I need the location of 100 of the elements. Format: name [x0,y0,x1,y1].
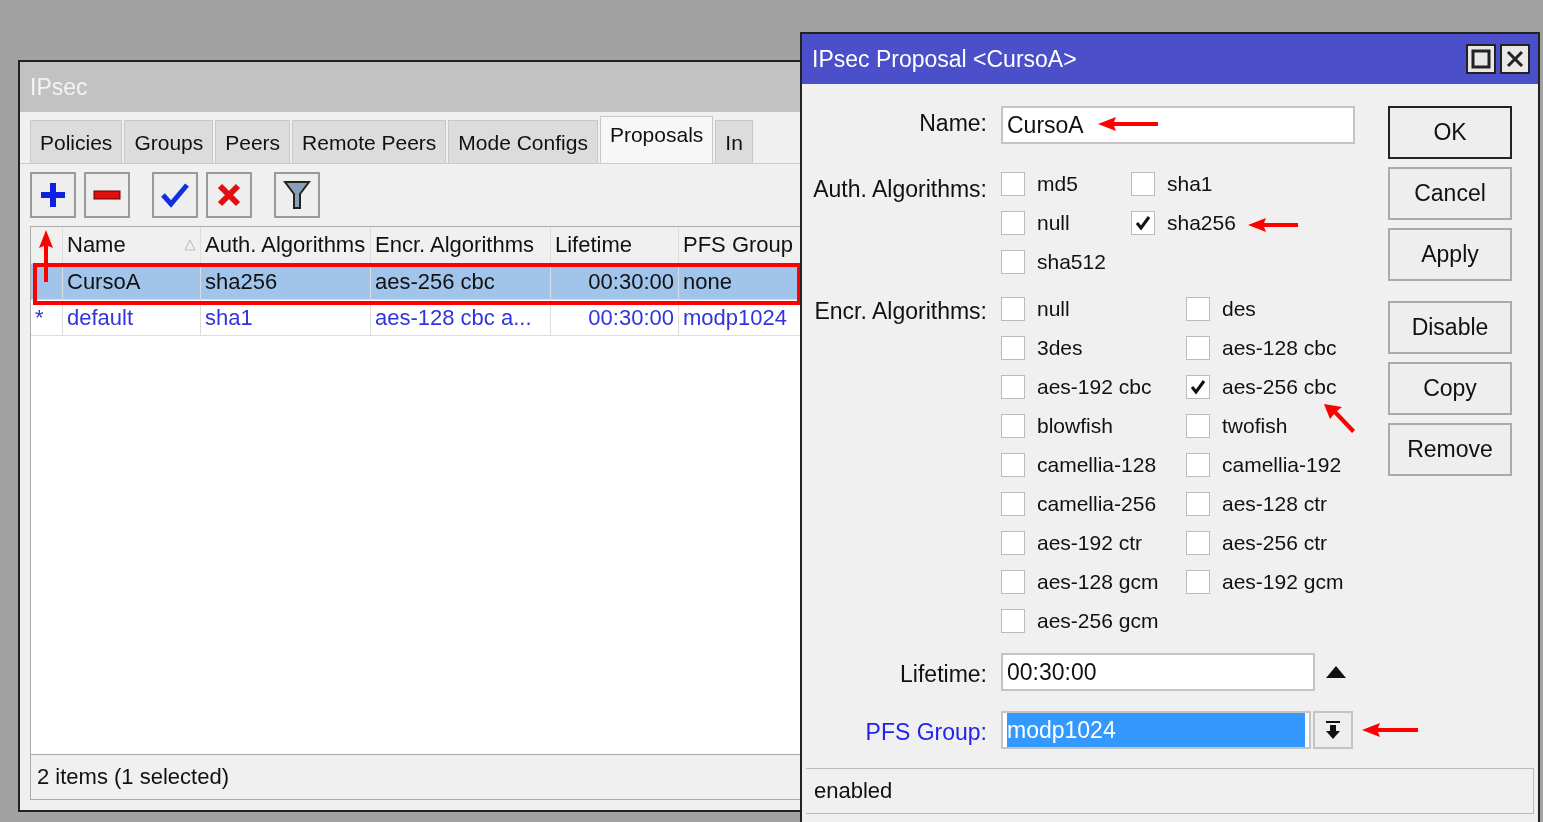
checkbox[interactable] [1001,375,1025,399]
column-header[interactable]: Encr. Algorithms [371,227,551,263]
checkbox-label: sha1 [1167,172,1213,196]
dropdown-button[interactable] [1313,711,1353,749]
annotation-arrow [1362,722,1418,738]
disable-button[interactable] [206,172,252,218]
checkbox[interactable] [1001,453,1025,477]
tab[interactable]: Mode Configs [448,120,598,163]
checkbox-label: des [1222,297,1256,321]
field-label: Auth. Algorithms: [812,175,987,204]
checkbox[interactable] [1001,172,1025,196]
plus-icon [39,181,67,209]
close-icon [1506,50,1524,68]
checkbox-label: sha256 [1167,211,1236,235]
add-button[interactable] [30,172,76,218]
field-label: Name: [918,109,987,138]
table-cell: aes-128 cbc a... [371,300,551,335]
tab[interactable]: In [715,120,753,163]
tab[interactable]: Proposals [599,116,714,163]
checkbox[interactable] [1001,250,1025,274]
checkbox[interactable] [1001,211,1025,235]
field-label: Encr. Algorithms: [813,297,987,326]
maximize-icon [1471,49,1491,69]
annotation-arrow [1098,116,1158,132]
dialog-button[interactable]: Apply [1388,228,1512,281]
dialog-button[interactable]: Cancel [1388,167,1512,220]
dialog-button[interactable]: Disable [1388,301,1512,354]
annotation-arrow [1324,404,1356,434]
checkbox[interactable] [1001,570,1025,594]
checkbox[interactable] [1001,336,1025,360]
column-header[interactable]: Auth. Algorithms [201,227,371,263]
tab[interactable]: Peers [215,120,291,163]
field-label: PFS Group: [864,718,987,747]
checkbox-label: aes-256 gcm [1037,609,1159,633]
sort-icon [184,239,196,251]
checkbox[interactable] [1186,375,1210,399]
checkbox[interactable] [1186,492,1210,516]
checkbox[interactable] [1131,211,1155,235]
remove-button[interactable] [84,172,130,218]
annotation-arrow [1248,217,1298,233]
checkbox-label: null [1037,297,1070,321]
checkbox-label: aes-192 ctr [1037,531,1143,555]
checkbox[interactable] [1186,570,1210,594]
checkbox[interactable] [1001,297,1025,321]
checkbox[interactable] [1186,414,1210,438]
checkbox-label: md5 [1037,172,1078,196]
checkbox-label: aes-128 cbc [1222,336,1337,360]
tab[interactable]: Policies [30,120,123,163]
window-title: IPsec Proposal <CursoA> [812,45,1077,73]
dialog-button[interactable]: Copy [1388,362,1512,415]
check-icon [161,182,189,208]
column-header[interactable]: Name [63,227,201,263]
checkbox[interactable] [1001,609,1025,633]
annotation-arrow [38,230,54,282]
close-button[interactable] [1500,44,1530,74]
down-arrow-icon [1325,720,1341,740]
table-cell: 00:30:00 [551,264,679,299]
checkbox[interactable] [1001,414,1025,438]
name-field[interactable]: CursoA [1001,106,1355,144]
checkbox-label: 3des [1037,336,1083,360]
minus-icon [93,190,121,200]
table-cell: CursoA [63,264,201,299]
checkbox-label: aes-192 gcm [1222,570,1344,594]
table-cell: sha256 [201,264,371,299]
filter-button[interactable] [274,172,320,218]
field-label: Lifetime: [899,660,987,689]
collapse-icon[interactable] [1325,665,1347,679]
table-cell: 00:30:00 [551,300,679,335]
dialog-button[interactable]: Remove [1388,423,1512,476]
table-cell: default [63,300,201,335]
checkbox-label: null [1037,211,1070,235]
tab[interactable]: Remote Peers [292,120,447,163]
checkbox[interactable] [1131,172,1155,196]
checkbox-label: aes-256 ctr [1222,531,1328,555]
x-icon [217,183,241,207]
checkbox[interactable] [1186,531,1210,555]
status-text: enabled [814,778,893,804]
lifetime-field[interactable]: 00:30:00 [1001,653,1315,691]
checkbox-label: aes-128 gcm [1037,570,1159,594]
maximize-button[interactable] [1466,44,1496,74]
dialog-button[interactable]: OK [1388,106,1512,159]
checkbox-label: camellia-192 [1222,453,1342,477]
checkbox[interactable] [1001,492,1025,516]
checkbox[interactable] [1001,531,1025,555]
checkbox-label: aes-256 cbc [1222,375,1337,399]
checkbox-label: twofish [1222,414,1288,438]
checkbox-label: blowfish [1037,414,1113,438]
tab[interactable]: Groups [124,120,214,163]
table-cell: aes-256 cbc [371,264,551,299]
table-cell: sha1 [201,300,371,335]
status-text: 2 items (1 selected) [37,764,229,790]
checkbox[interactable] [1186,297,1210,321]
checkbox-label: camellia-128 [1037,453,1157,477]
checkbox[interactable] [1186,453,1210,477]
checkbox-label: sha512 [1037,250,1106,274]
checkbox-label: aes-192 cbc [1037,375,1152,399]
checkbox[interactable] [1186,336,1210,360]
enable-button[interactable] [152,172,198,218]
column-header[interactable]: Lifetime [551,227,679,263]
checkbox-label: camellia-256 [1037,492,1157,516]
